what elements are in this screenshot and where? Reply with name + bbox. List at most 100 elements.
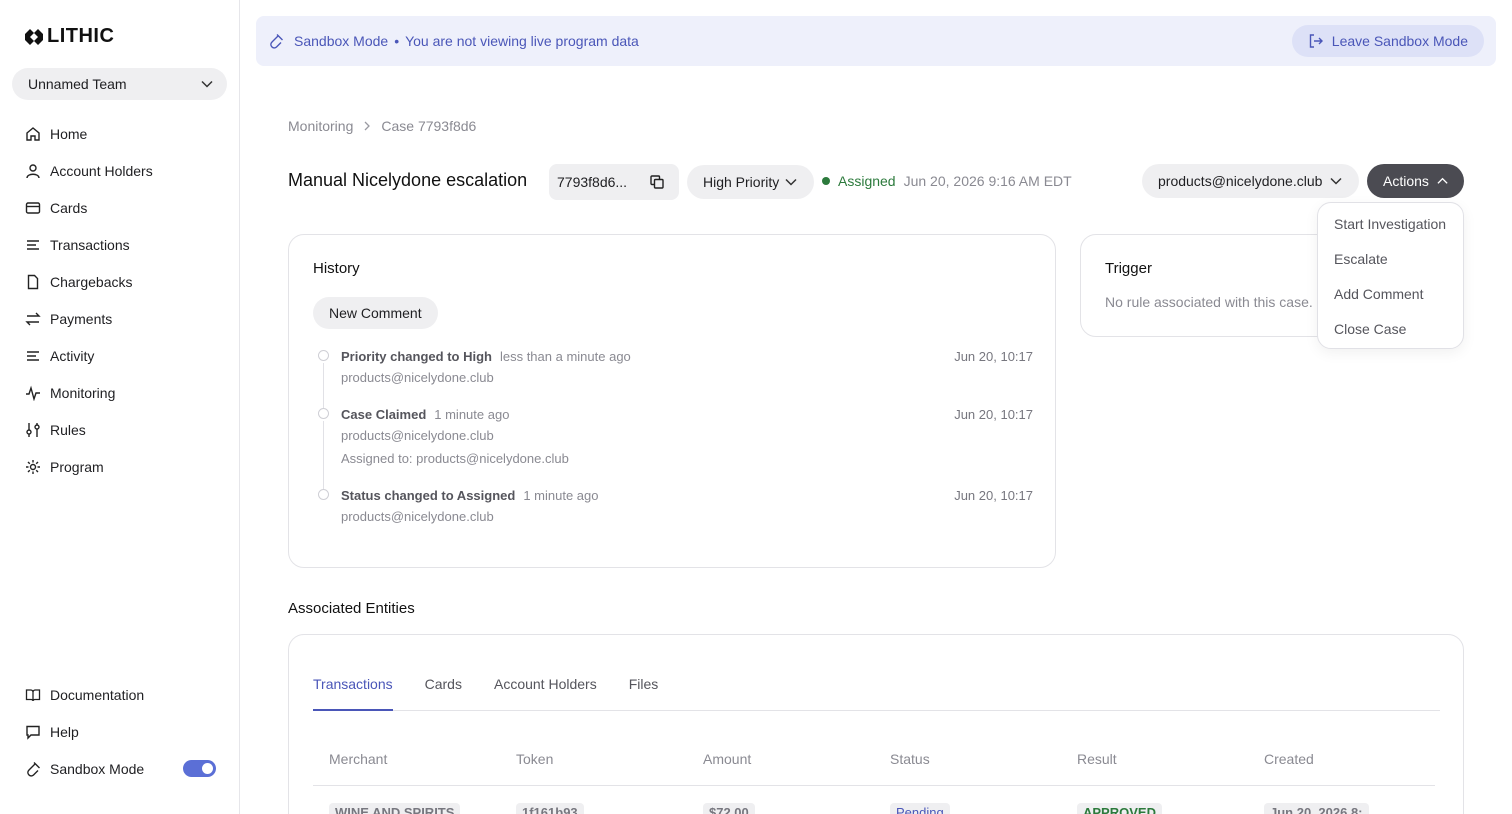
sidebar-item-label: Activity [50, 347, 95, 364]
leave-sandbox-label: Leave Sandbox Mode [1331, 33, 1468, 49]
status-badge: Pending [890, 803, 950, 814]
timeline-item: Status changed to Assigned 1 minute ago … [313, 486, 1033, 544]
menu-item-start-investigation[interactable]: Start Investigation [1318, 206, 1463, 241]
actions-menu: Start Investigation Escalate Add Comment… [1317, 202, 1464, 349]
sidebar-item-monitoring[interactable]: Monitoring [24, 374, 153, 411]
sidebar-item-documentation[interactable]: Documentation [24, 676, 216, 713]
column-header-merchant[interactable]: Merchant [313, 745, 500, 785]
priority-label: High Priority [703, 174, 780, 190]
column-header-created[interactable]: Created [1248, 745, 1435, 785]
chevron-up-icon [1437, 177, 1448, 184]
sidebar-bottom: Documentation Help Sandbox Mode [24, 676, 216, 787]
timeline-user: products@nicelydone.club [341, 370, 494, 385]
breadcrumb-parent[interactable]: Monitoring [288, 118, 353, 134]
history-timeline: Priority changed to High less than a min… [313, 347, 1033, 544]
history-card: History New Comment Priority changed to … [288, 234, 1056, 568]
sidebar-item-program[interactable]: Program [24, 448, 153, 485]
sidebar-item-transactions[interactable]: Transactions [24, 226, 153, 263]
sidebar-item-activity[interactable]: Activity [24, 337, 153, 374]
copy-icon[interactable] [649, 174, 665, 190]
token-value: 1f161b93 [516, 803, 584, 814]
sandbox-banner: Sandbox Mode • You are not viewing live … [256, 16, 1496, 66]
timeline-event: Case Claimed [341, 406, 427, 422]
timeline-dot [318, 350, 329, 361]
cell-amount: $72.00 [687, 803, 874, 814]
column-header-token[interactable]: Token [500, 745, 687, 785]
chevron-down-icon [1330, 177, 1342, 185]
lithic-logo[interactable]: LITHIC [24, 25, 114, 48]
case-status: Assigned Jun 20, 2026 9:16 AM EDT [822, 173, 1072, 189]
case-id: 7793f8d6... [557, 174, 628, 190]
sidebar-item-label: Home [50, 125, 88, 142]
column-header-result[interactable]: Result [1061, 745, 1248, 785]
priority-dropdown[interactable]: High Priority [687, 165, 814, 199]
menu-item-escalate[interactable]: Escalate [1318, 241, 1463, 276]
sidebar-item-label: Rules [50, 421, 86, 438]
home-icon [24, 125, 42, 143]
chevron-down-icon [785, 178, 797, 186]
timeline-item: Priority changed to High less than a min… [313, 347, 1033, 409]
banner-message: You are not viewing live program data [405, 33, 639, 49]
timeline-time: Jun 20, 10:17 [954, 348, 1033, 364]
new-comment-button[interactable]: New Comment [313, 297, 438, 329]
timeline-line [323, 421, 324, 490]
sidebar-item-payments[interactable]: Payments [24, 300, 153, 337]
table-header: Merchant Token Amount Status Result Crea… [313, 745, 1435, 786]
breadcrumb-current: Case 7793f8d6 [381, 118, 477, 134]
menu-item-close-case[interactable]: Close Case [1318, 311, 1463, 346]
team-name: Unnamed Team [28, 76, 127, 92]
tab-files[interactable]: Files [629, 673, 659, 711]
banner-separator: • [394, 33, 400, 49]
associated-entities-card: Transactions Cards Account Holders Files… [288, 634, 1464, 814]
page-title: Manual Nicelydone escalation [288, 170, 528, 190]
column-header-amount[interactable]: Amount [687, 745, 874, 785]
sidebar-item-help[interactable]: Help [24, 713, 216, 750]
chat-icon [24, 723, 42, 741]
sidebar-item-account-holders[interactable]: Account Holders [24, 152, 153, 189]
pulse-icon [24, 384, 42, 402]
entity-tabs: Transactions Cards Account Holders Files [313, 673, 1440, 711]
timeline-event: Priority changed to High [341, 348, 492, 364]
sidebar-item-label: Transactions [50, 236, 130, 253]
cell-status: Pending [874, 803, 1061, 814]
team-selector[interactable]: Unnamed Team [12, 68, 227, 100]
trigger-text: No rule associated with this case. [1105, 294, 1313, 310]
sidebar: LITHIC Unnamed Team Home Account Holders… [0, 0, 240, 814]
amount-value: $72.00 [703, 803, 755, 814]
assignee-dropdown[interactable]: products@nicelydone.club [1142, 164, 1359, 198]
sidebar-nav: Home Account Holders Cards Transactions … [24, 115, 153, 485]
cell-token: 1f161b93 [500, 803, 687, 814]
chevron-down-icon [201, 80, 213, 88]
flask-icon [24, 760, 42, 778]
gear-icon [24, 458, 42, 476]
logo-text: LITHIC [47, 25, 115, 47]
sidebar-item-sandbox-mode: Sandbox Mode [24, 750, 216, 787]
assignee-label: products@nicelydone.club [1158, 173, 1323, 189]
table-row[interactable]: WINE AND SPIRITS 1f161b93 $72.00 Pending… [313, 803, 1435, 814]
merchant-value: WINE AND SPIRITS [329, 803, 461, 814]
case-id-chip: 7793f8d6... [549, 164, 679, 200]
sandbox-toggle[interactable] [183, 760, 216, 777]
cell-created: Jun 20, 2026 8: [1248, 803, 1435, 814]
tab-account-holders[interactable]: Account Holders [494, 673, 597, 711]
list-icon [24, 347, 42, 365]
sidebar-item-cards[interactable]: Cards [24, 189, 153, 226]
sidebar-item-rules[interactable]: Rules [24, 411, 153, 448]
sidebar-item-chargebacks[interactable]: Chargebacks [24, 263, 153, 300]
timeline-dot [318, 408, 329, 419]
column-header-status[interactable]: Status [874, 745, 1061, 785]
logout-icon [1309, 34, 1323, 48]
tab-cards[interactable]: Cards [425, 673, 462, 711]
timeline-user: products@nicelydone.club [341, 509, 494, 524]
sidebar-item-label: Monitoring [50, 384, 116, 401]
tab-transactions[interactable]: Transactions [313, 673, 393, 711]
timeline-user: products@nicelydone.club [341, 428, 494, 443]
leave-sandbox-button[interactable]: Leave Sandbox Mode [1291, 25, 1484, 57]
associated-entities-title: Associated Entities [288, 600, 415, 617]
timeline-head: Priority changed to High less than a min… [341, 347, 1033, 365]
actions-button[interactable]: Actions [1367, 164, 1464, 198]
actions-label: Actions [1383, 173, 1429, 189]
menu-item-add-comment[interactable]: Add Comment [1318, 276, 1463, 311]
sidebar-item-home[interactable]: Home [24, 115, 153, 152]
timeline-time: Jun 20, 10:17 [954, 487, 1033, 503]
